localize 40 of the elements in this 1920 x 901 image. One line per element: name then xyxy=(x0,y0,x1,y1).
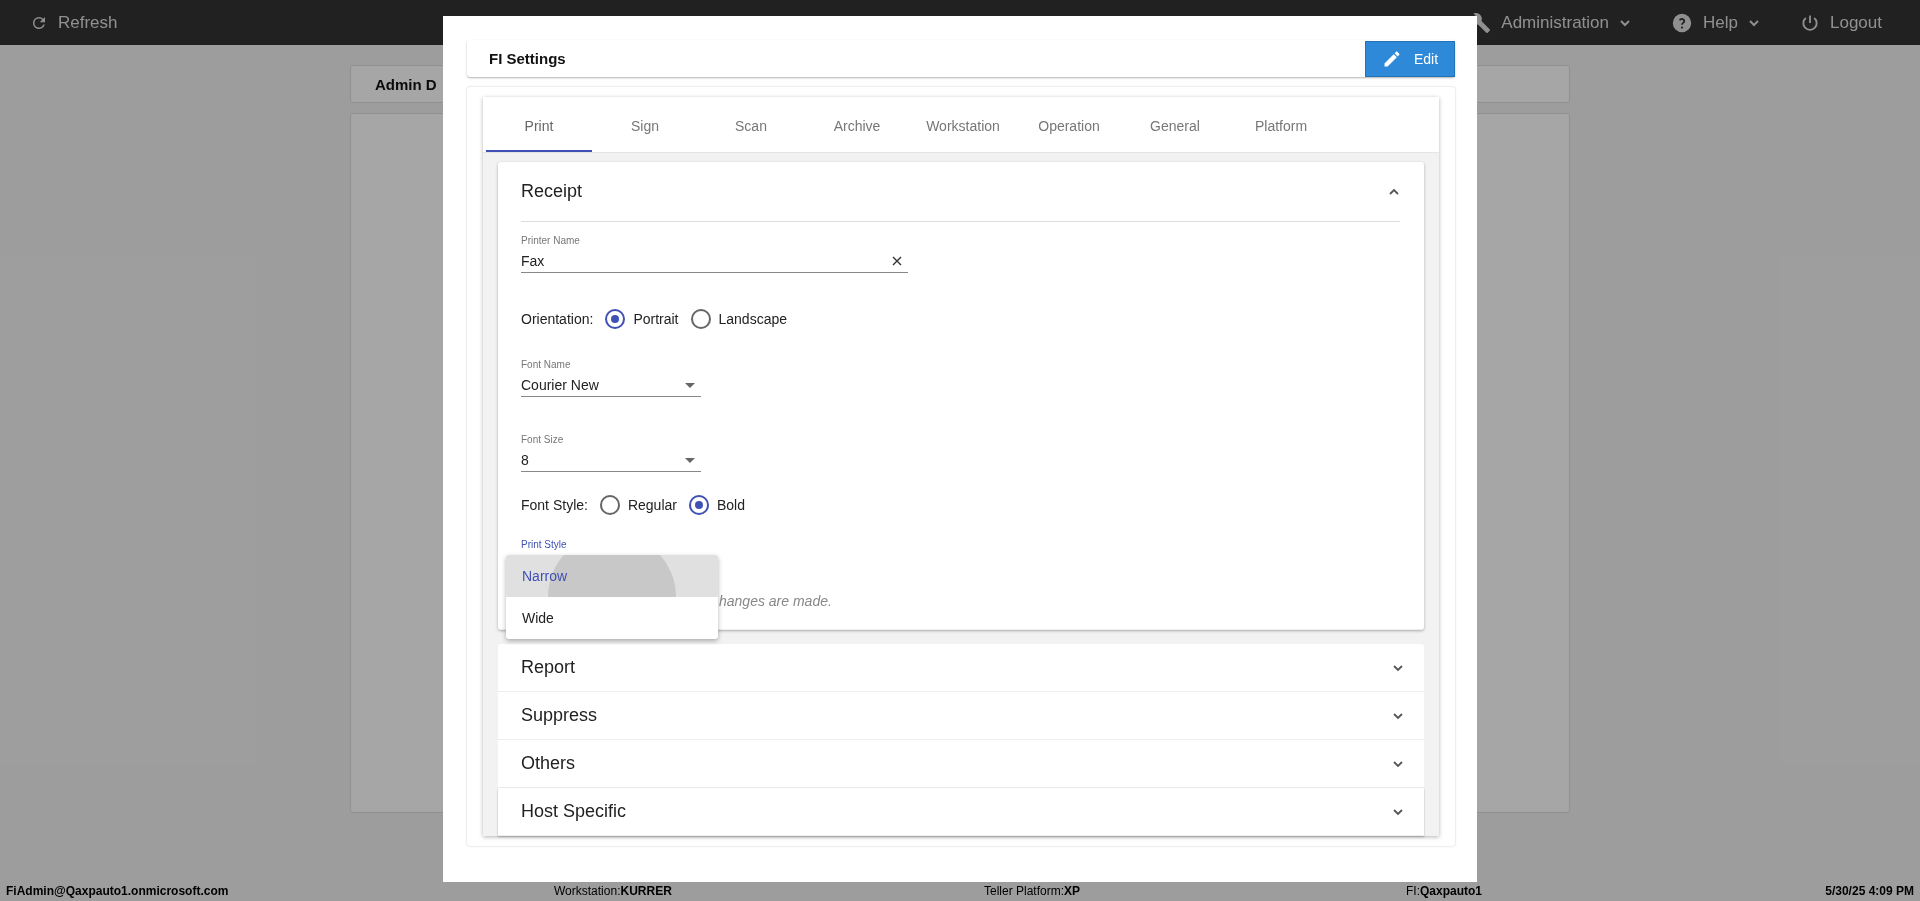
menu-item[interactable]: Wide xyxy=(506,597,718,639)
tab[interactable]: General xyxy=(1122,97,1228,152)
tab[interactable]: Sign xyxy=(592,97,698,152)
menu-button[interactable]: Help xyxy=(1671,11,1760,34)
field-label: Orientation: xyxy=(521,311,594,327)
section-title[interactable]: Report xyxy=(521,657,576,678)
field-label: Print Style xyxy=(521,539,567,550)
section-title[interactable]: Receipt xyxy=(521,181,583,202)
dropdown-arrow-icon xyxy=(685,457,695,463)
hint-text: hanges are made. xyxy=(719,593,832,609)
dialog-title: FI Settings xyxy=(488,50,566,67)
edit-button[interactable]: Edit xyxy=(1365,40,1455,77)
font-size-select[interactable]: Font Size 8 xyxy=(521,434,701,472)
close-icon[interactable] xyxy=(892,256,902,266)
tab[interactable]: Operation xyxy=(1016,97,1122,152)
radio-option[interactable]: Portrait xyxy=(605,309,679,329)
tab[interactable]: Platform xyxy=(1228,97,1334,152)
dropdown-arrow-icon xyxy=(685,382,695,388)
section-title[interactable]: Host Specific xyxy=(521,801,627,822)
tab[interactable]: Archive xyxy=(804,97,910,152)
status-text: 5/30/25 4:09 PM xyxy=(1825,884,1914,898)
status-text: FI:Qaxpauto1 xyxy=(1406,884,1483,898)
radio-option[interactable]: Regular xyxy=(599,495,677,515)
tab[interactable]: Workstation xyxy=(910,97,1016,152)
status-text: FiAdmin@Qaxpauto1.onmicrosoft.com xyxy=(6,884,230,898)
radio-option[interactable]: Bold xyxy=(688,495,745,515)
section-title[interactable]: Others xyxy=(521,753,576,774)
help-icon xyxy=(1671,11,1694,34)
refresh-button[interactable]: Refresh xyxy=(30,12,118,33)
status-text: Teller Platform:XP xyxy=(984,884,1082,898)
logout-button[interactable]: Logout xyxy=(1800,12,1882,33)
status-text: Workstation:KURRER xyxy=(554,884,673,898)
card-title: Admin D xyxy=(375,75,437,93)
radio-option[interactable]: Landscape xyxy=(690,309,787,329)
field-label: Font Style: xyxy=(521,497,588,513)
printer-name-field[interactable]: Printer Name Fax xyxy=(521,235,908,273)
menu-item[interactable]: Narrow xyxy=(506,555,718,597)
tab[interactable]: Scan xyxy=(698,97,804,152)
section-title[interactable]: Suppress xyxy=(521,705,598,726)
font-name-select[interactable]: Font Name Courier New xyxy=(521,359,701,397)
